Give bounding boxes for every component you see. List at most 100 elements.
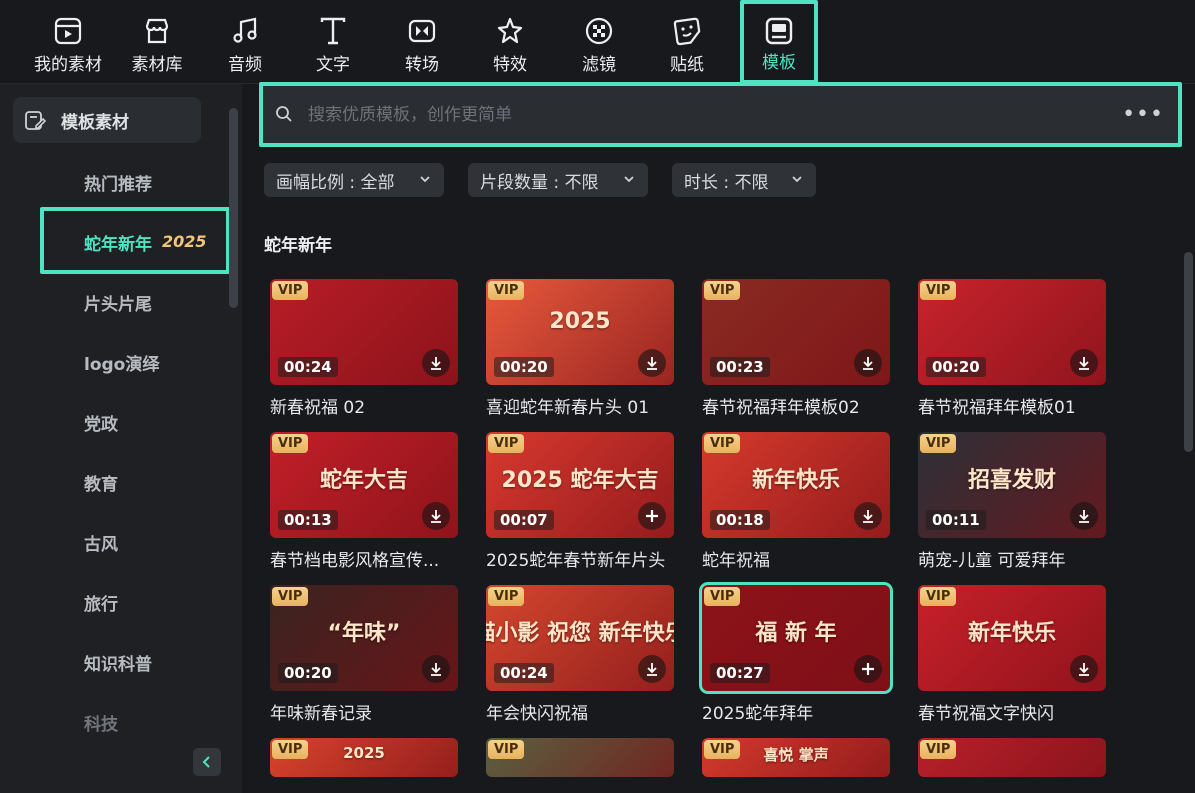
template-card[interactable]: 喵小影 祝您 新年快乐 VIP 00:24 年会快闪祝福 xyxy=(486,585,674,724)
thumbnail-art-text: 新年快乐 xyxy=(967,621,1057,646)
template-thumbnail[interactable]: 蛇年大吉 VIP 00:13 xyxy=(270,432,458,538)
template-card[interactable]: 喜悦 掌声 VIP xyxy=(702,738,890,777)
download-template-button[interactable] xyxy=(1070,349,1098,377)
template-card[interactable]: VIP xyxy=(486,738,674,777)
template-thumbnail[interactable]: 喜悦 掌声 VIP xyxy=(702,738,890,777)
template-card[interactable]: VIP 00:24 新春祝福 02 xyxy=(270,279,458,418)
template-card[interactable]: VIP 00:23 春节祝福拜年模板02 xyxy=(702,279,890,418)
download-template-button[interactable] xyxy=(1070,502,1098,530)
template-card[interactable]: 蛇年大吉 VIP 00:13 春节档电影风格宣传... xyxy=(270,432,458,571)
download-template-button[interactable] xyxy=(638,655,666,683)
tab-label: 文字 xyxy=(316,55,350,75)
download-template-button[interactable] xyxy=(422,655,450,683)
template-thumbnail[interactable]: 2025 VIP 00:20 xyxy=(486,279,674,385)
thumbnail-art-text: 福 新 年 xyxy=(755,621,837,646)
template-card[interactable]: 2025 VIP xyxy=(270,738,458,777)
template-thumbnail[interactable]: 2025 VIP xyxy=(270,738,458,777)
filter-icon xyxy=(582,14,616,48)
template-thumbnail[interactable]: 新年快乐 VIP 00:18 xyxy=(702,432,890,538)
template-card[interactable]: 2025 蛇年大吉 VIP 00:07 2025蛇年春节新年片头 xyxy=(486,432,674,571)
template-card[interactable]: 福 新 年 VIP 00:27 2025蛇年拜年 xyxy=(699,582,893,724)
duration-label: 00:24 xyxy=(278,357,338,377)
template-thumbnail[interactable]: 喵小影 祝您 新年快乐 VIP 00:24 xyxy=(486,585,674,691)
vip-badge: VIP xyxy=(920,587,957,606)
tab-audio[interactable]: 音频 xyxy=(205,0,285,84)
template-thumbnail[interactable]: 新年快乐 VIP xyxy=(918,585,1106,691)
template-thumbnail[interactable]: VIP 00:24 xyxy=(270,279,458,385)
download-icon xyxy=(1079,357,1089,370)
template-thumbnail[interactable]: VIP 00:20 xyxy=(918,279,1106,385)
tab-template[interactable]: 模板 xyxy=(740,0,818,84)
download-template-button[interactable] xyxy=(854,349,882,377)
download-template-button[interactable] xyxy=(1070,655,1098,683)
template-card[interactable]: VIP 00:20 春节祝福拜年模板01 xyxy=(918,279,1106,418)
template-thumbnail[interactable]: 招喜发财 VIP 00:11 xyxy=(918,432,1106,538)
sidebar-item-tech[interactable]: 科技 xyxy=(84,710,118,735)
template-thumbnail[interactable]: VIP xyxy=(486,738,674,777)
download-template-button[interactable] xyxy=(638,349,666,377)
aspect-ratio-filter[interactable]: 画幅比例 : 全部 xyxy=(264,163,444,197)
template-card[interactable]: 新年快乐 VIP 00:18 蛇年祝福 xyxy=(702,432,890,571)
tab-effects[interactable]: 特效 xyxy=(470,0,550,84)
template-thumbnail[interactable]: VIP 00:23 xyxy=(702,279,890,385)
plus-icon xyxy=(646,510,658,522)
sidebar-item-hot[interactable]: 热门推荐 xyxy=(84,170,152,195)
vip-badge: VIP xyxy=(920,281,957,300)
tab-text[interactable]: 文字 xyxy=(293,0,373,84)
template-title: 年味新春记录 xyxy=(270,704,372,724)
template-thumbnail[interactable]: “年味” VIP 00:20 xyxy=(270,585,458,691)
template-thumbnail[interactable]: VIP xyxy=(918,738,1106,777)
content-scrollbar[interactable] xyxy=(1184,252,1193,452)
search-icon xyxy=(276,106,292,122)
tab-my-media[interactable]: 我的素材 xyxy=(28,0,108,84)
thumbnail-art-text: 2025 xyxy=(549,309,611,334)
collapse-sidebar-button[interactable] xyxy=(193,748,221,776)
sidebar-item-education[interactable]: 教育 xyxy=(84,470,118,495)
download-icon xyxy=(647,663,657,676)
template-card[interactable]: 2025 VIP 00:20 喜迎蛇年新春片头 01 xyxy=(486,279,674,418)
sidebar-item-intro-outro[interactable]: 片头片尾 xyxy=(84,290,152,315)
tab-label: 滤镜 xyxy=(582,55,616,75)
transition-icon xyxy=(405,14,439,48)
vip-badge: VIP xyxy=(920,434,957,453)
sidebar-item-science[interactable]: 知识科普 xyxy=(84,650,152,675)
vip-badge: VIP xyxy=(488,740,525,759)
sidebar-item-snake-year[interactable]: 蛇年新年 2025 xyxy=(40,207,230,274)
template-title: 喜迎蛇年新春片头 01 xyxy=(486,398,650,418)
tab-filter[interactable]: 滤镜 xyxy=(559,0,639,84)
thumbnail-art-text: 喜悦 掌声 xyxy=(763,746,829,764)
template-title: 年会快闪祝福 xyxy=(486,704,588,724)
template-thumbnail[interactable]: 2025 蛇年大吉 VIP 00:07 xyxy=(486,432,674,538)
vip-badge: VIP xyxy=(488,434,525,453)
top-toolbar: 我的素材 素材库 音频 文字 转场 特效 滤镜 贴纸 模板 xyxy=(0,0,1195,84)
duration-filter[interactable]: 时长 : 不限 xyxy=(672,163,816,197)
sidebar-item-travel[interactable]: 旅行 xyxy=(84,590,118,615)
add-template-button[interactable] xyxy=(638,502,666,530)
template-card[interactable]: 招喜发财 VIP 00:11 萌宠-儿童 可爱拜年 xyxy=(918,432,1106,571)
download-template-button[interactable] xyxy=(422,502,450,530)
media-icon xyxy=(51,14,85,48)
template-card[interactable]: 新年快乐 VIP 春节祝福文字快闪 xyxy=(918,585,1106,724)
download-template-button[interactable] xyxy=(854,502,882,530)
duration-label: 00:07 xyxy=(494,510,554,530)
sidebar-scrollbar[interactable] xyxy=(229,108,238,308)
sidebar-header[interactable]: 模板素材 xyxy=(13,97,201,143)
tab-sticker[interactable]: 贴纸 xyxy=(647,0,727,84)
chevron-down-icon xyxy=(792,176,802,183)
add-template-button[interactable] xyxy=(854,655,882,683)
search-input[interactable] xyxy=(308,100,1108,130)
template-card[interactable]: VIP xyxy=(918,738,1106,777)
sidebar-item-ancient[interactable]: 古风 xyxy=(84,530,118,555)
template-edit-icon xyxy=(25,111,46,130)
download-template-button[interactable] xyxy=(422,349,450,377)
tab-transition[interactable]: 转场 xyxy=(382,0,462,84)
sidebar-item-politics[interactable]: 党政 xyxy=(84,410,118,435)
more-options-button[interactable]: ••• xyxy=(1122,102,1164,127)
clip-count-filter[interactable]: 片段数量 : 不限 xyxy=(468,163,648,197)
sidebar-item-logo[interactable]: logo演绎 xyxy=(84,350,159,375)
template-title: 新春祝福 02 xyxy=(270,398,366,418)
template-card[interactable]: “年味” VIP 00:20 年味新春记录 xyxy=(270,585,458,724)
vip-badge: VIP xyxy=(488,281,525,300)
template-thumbnail[interactable]: 福 新 年 VIP 00:27 xyxy=(699,582,893,694)
tab-library[interactable]: 素材库 xyxy=(117,0,197,84)
